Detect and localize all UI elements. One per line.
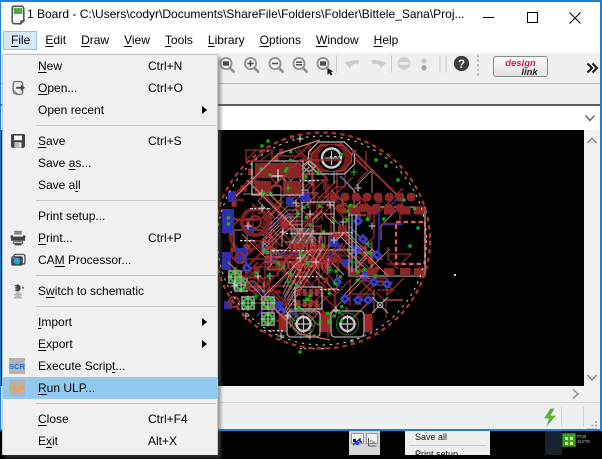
svg-text:5x: 5x [370, 440, 376, 446]
svg-text:?: ? [458, 59, 465, 71]
